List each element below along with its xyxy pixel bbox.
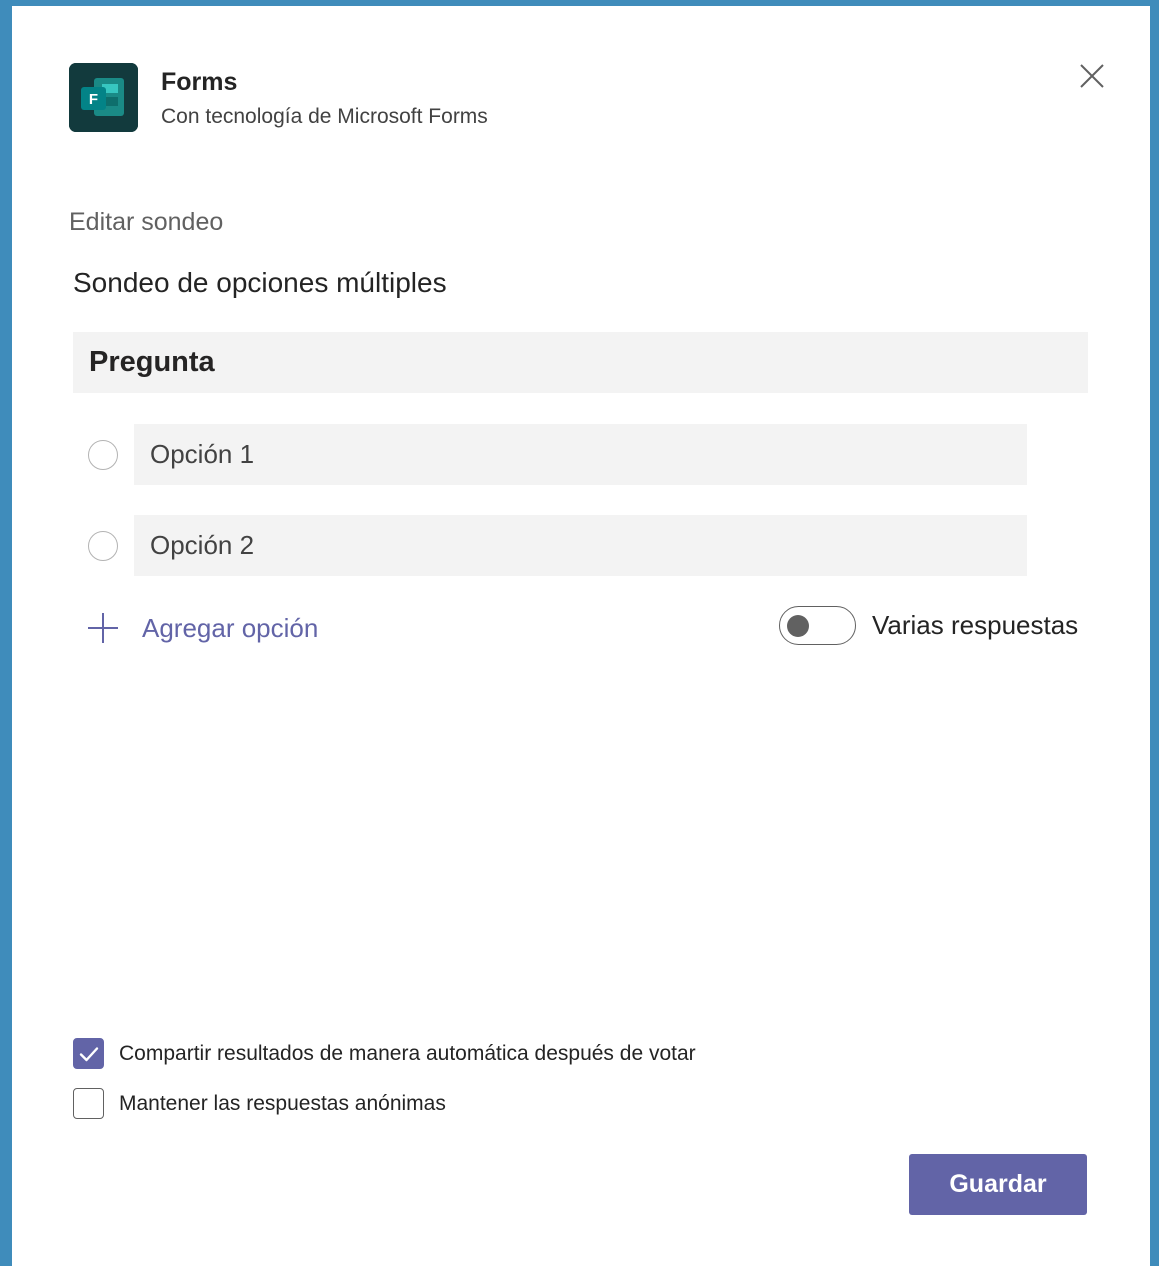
svg-text:F: F [89, 91, 98, 108]
option-row-2 [73, 515, 1027, 576]
share-results-checkbox[interactable] [73, 1038, 104, 1069]
close-button[interactable] [1075, 59, 1109, 93]
option-radio[interactable] [88, 531, 118, 561]
multiple-answers-toggle[interactable] [779, 606, 856, 645]
section-label: Editar sondeo [69, 208, 224, 236]
toggle-knob [787, 615, 809, 637]
anonymous-responses-label: Mantener las respuestas anónimas [119, 1091, 446, 1115]
option-input-2[interactable] [134, 515, 1027, 576]
checkmark-icon [79, 1046, 98, 1061]
app-subtitle: Con tecnología de Microsoft Forms [161, 105, 488, 128]
option-radio[interactable] [88, 440, 118, 470]
add-option-button[interactable]: Agregar opción [86, 608, 318, 648]
multiple-answers-label: Varias respuestas [872, 610, 1079, 640]
close-icon [1080, 64, 1104, 88]
add-option-label: Agregar opción [142, 612, 319, 643]
microsoft-forms-icon: F [69, 63, 138, 132]
share-results-label: Compartir resultados de manera automátic… [119, 1041, 696, 1065]
multiple-answers-setting: Varias respuestas [779, 606, 1078, 645]
share-results-checkbox-row[interactable]: Compartir resultados de manera automátic… [73, 1038, 696, 1069]
poll-title: Sondeo de opciones múltiples [73, 267, 447, 298]
poll-dialog: F Forms Con tecnología de Microsoft Form… [12, 6, 1150, 1266]
anonymous-responses-checkbox[interactable] [73, 1088, 104, 1119]
option-row-1 [73, 424, 1027, 485]
app-name: Forms [161, 68, 238, 96]
option-input-1[interactable] [134, 424, 1027, 485]
save-button[interactable]: Guardar [909, 1154, 1087, 1215]
plus-icon [88, 613, 118, 643]
anonymous-responses-checkbox-row[interactable]: Mantener las respuestas anónimas [73, 1088, 446, 1119]
question-input[interactable] [73, 332, 1088, 393]
